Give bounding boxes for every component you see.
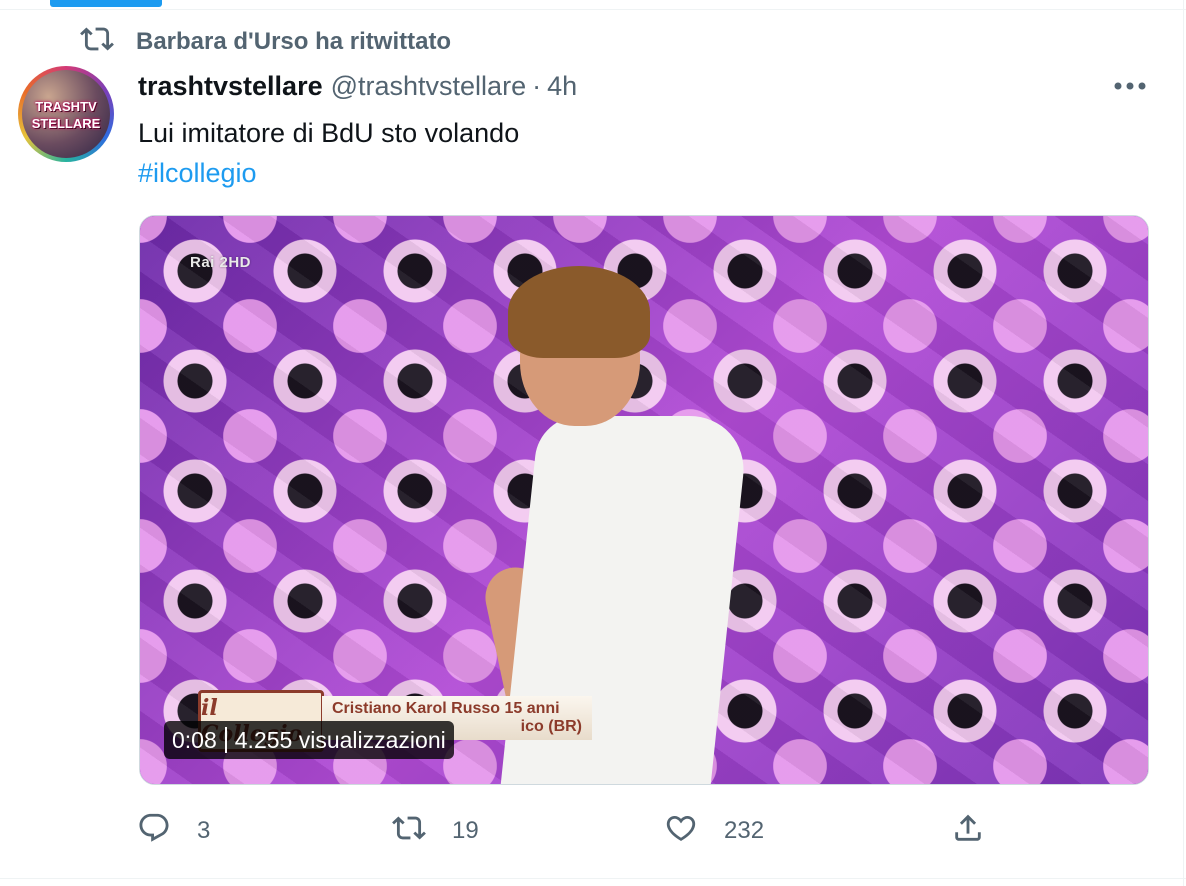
video-duration: 0:08 <box>172 726 217 753</box>
top-divider <box>0 9 1186 10</box>
avatar[interactable]: TRASHTV STELLARE <box>18 66 114 162</box>
video-views: 4.255 visualizzazioni <box>234 726 446 753</box>
retweet-context[interactable]: Barbara d'Urso ha ritwittato <box>80 26 451 58</box>
reply-count: 3 <box>197 817 211 844</box>
timestamp[interactable]: 4h <box>547 71 577 102</box>
tweet-text: Lui imitatore di BdU sto volando #ilcoll… <box>138 113 519 193</box>
share-icon <box>951 811 985 852</box>
hashtag-link[interactable]: #ilcollegio <box>138 153 519 193</box>
like-button[interactable]: 232 <box>664 805 764 857</box>
reply-icon <box>137 811 171 852</box>
more-options-button[interactable] <box>1110 72 1150 100</box>
author-name[interactable]: trashtvstellare <box>138 71 323 102</box>
retweet-context-label: Barbara d'Urso ha ritwittato <box>136 28 452 55</box>
tweet-actions: 3 19 232 <box>0 805 1186 857</box>
avatar-logo-text: TRASHTV STELLARE <box>31 99 101 131</box>
video-stats-overlay: 0:08 4.255 visualizzazioni <box>164 721 454 759</box>
heart-icon <box>664 811 698 852</box>
like-count: 232 <box>724 817 765 844</box>
avatar-image: TRASHTV STELLARE <box>22 70 110 158</box>
more-icon <box>1114 82 1146 90</box>
reply-button[interactable]: 3 <box>137 805 210 857</box>
bottom-divider <box>0 878 1186 879</box>
share-button[interactable] <box>951 805 985 857</box>
top-accent-bar <box>50 0 162 7</box>
retweet-button[interactable]: 19 <box>392 805 479 857</box>
retweet-count: 19 <box>452 817 479 844</box>
author-handle[interactable]: @trashtvstellare <box>331 71 526 102</box>
timeline-border <box>1183 0 1184 886</box>
tweet-body: Lui imitatore di BdU sto volando <box>138 118 520 148</box>
channel-logo: Rai 2HD <box>190 254 252 271</box>
overlay-divider <box>224 727 227 753</box>
tweet-header: trashtvstellare @trashtvstellare · 4h <box>138 68 577 104</box>
retweet-action-icon <box>392 811 426 852</box>
separator-dot: · <box>532 70 542 101</box>
retweet-icon <box>80 22 136 63</box>
video-player[interactable]: Rai 2HD il Collegio Cristiano Karol Russ… <box>139 215 1149 785</box>
